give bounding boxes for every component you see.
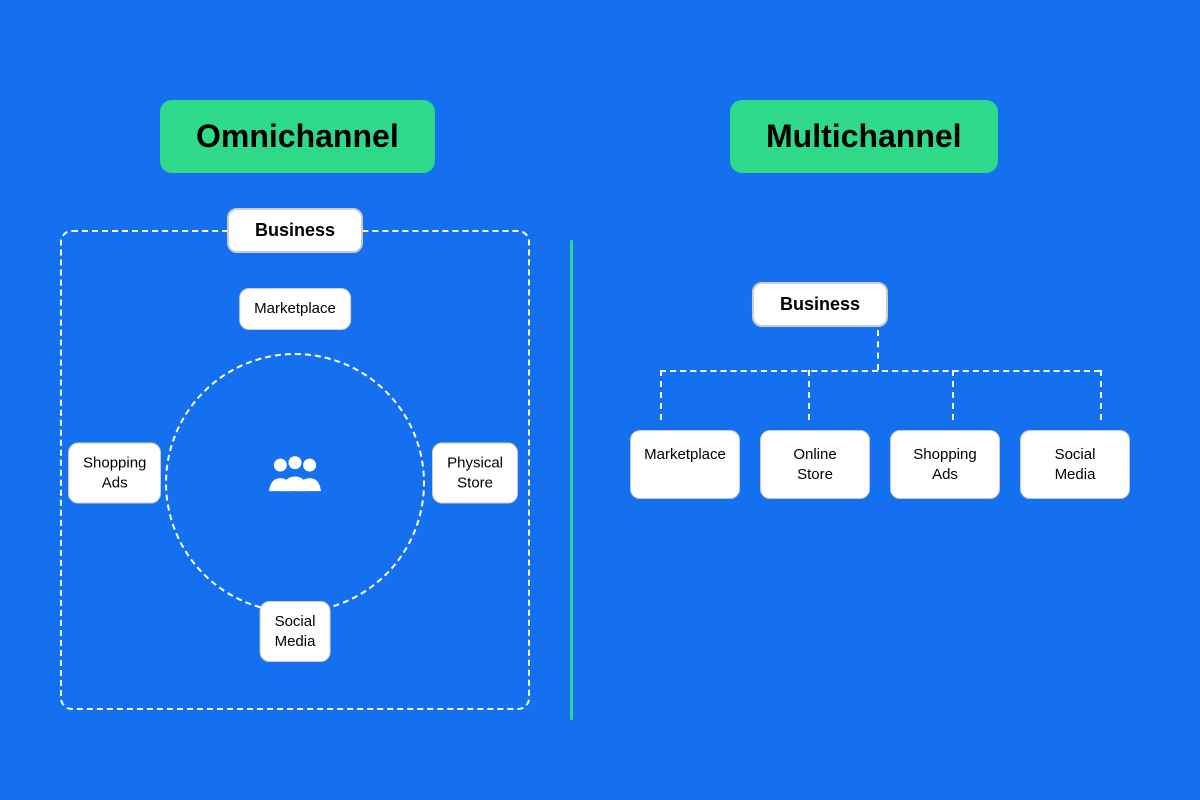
tree-v1 xyxy=(660,370,662,420)
tree-v2 xyxy=(808,370,810,420)
omni-social-box: SocialMedia xyxy=(260,601,331,662)
multi-marketplace-box: Marketplace xyxy=(630,430,740,499)
tree-v4 xyxy=(1100,370,1102,420)
omnichannel-label: Omnichannel xyxy=(160,100,435,173)
omni-physical-box: PhysicalStore xyxy=(432,443,518,504)
omni-shopping-box: ShoppingAds xyxy=(68,443,161,504)
omni-marketplace-box: Marketplace xyxy=(239,288,351,330)
section-divider xyxy=(570,240,573,720)
multi-shopping-box: ShoppingAds xyxy=(890,430,1000,499)
multi-online-box: OnlineStore xyxy=(760,430,870,499)
multi-business-box: Business xyxy=(752,282,888,327)
omni-business-box: Business xyxy=(227,208,363,253)
multi-channels-row: Marketplace OnlineStore ShoppingAds Soci… xyxy=(630,430,1130,499)
tree-horizontal xyxy=(660,370,1100,372)
tree-vertical-top xyxy=(877,330,879,370)
tree-v3 xyxy=(952,370,954,420)
omni-center-icon xyxy=(255,434,335,514)
multi-social-box: SocialMedia xyxy=(1020,430,1130,499)
omnichannel-diagram: Business Marketplace PhysicalStore Socia… xyxy=(60,230,530,710)
multichannel-label: Multichannel xyxy=(730,100,998,173)
